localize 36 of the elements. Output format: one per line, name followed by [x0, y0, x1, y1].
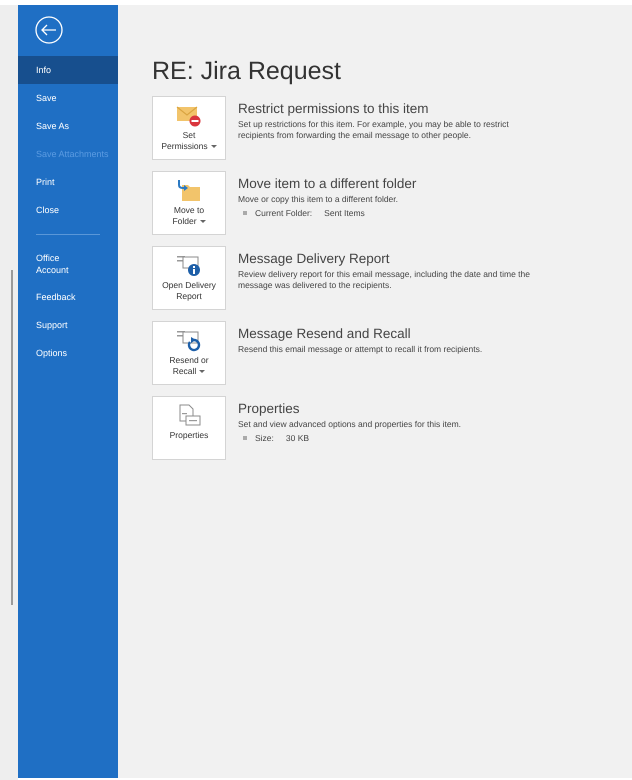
sidebar-item[interactable]: Office Account [18, 245, 118, 283]
detail-label: Size: [255, 433, 274, 443]
bullet-icon [243, 436, 247, 440]
sidebar-item[interactable]: Save [18, 84, 118, 112]
section-heading: Move item to a different folder [238, 176, 416, 191]
section-heading: Properties [238, 401, 301, 416]
action-button[interactable]: Move to Folder [152, 171, 226, 235]
sidebar-item[interactable]: Print [18, 168, 118, 196]
detail-value: Sent Items [324, 208, 365, 218]
sidebar-item[interactable]: Info [18, 56, 118, 84]
sidebar-item[interactable]: Feedback [18, 283, 118, 311]
sidebar-item[interactable]: Options [18, 339, 118, 367]
section-heading: Restrict permissions to this item [238, 101, 430, 116]
section-description: Set up restrictions for this item. For example, you may be able to restrict recipients from forwarding the email message to other people. [238, 119, 510, 141]
resend-icon [176, 329, 202, 353]
envelope-icon [176, 104, 202, 128]
section-description: Review delivery report for this email message, including the date and time the message was delivered to the recipients. [238, 269, 531, 291]
sidebar-item[interactable]: Close [18, 196, 118, 224]
back-button[interactable] [34, 15, 64, 45]
section-heading: Message Resend and Recall [238, 326, 412, 341]
page-title: RE: Jira Request [152, 57, 342, 86]
section-description: Set and view advanced options and properties for this item. [238, 419, 462, 430]
section-description: Move or copy this item to a different folder. [238, 194, 400, 205]
section-description: Resend this email message or attempt to recall it from recipients. [238, 344, 482, 355]
sidebar-item[interactable]: Support [18, 311, 118, 339]
sidebar-item[interactable]: Save As [18, 112, 118, 140]
action-button[interactable]: Open Delivery Report [152, 246, 226, 310]
report-info-icon [176, 254, 202, 278]
section-heading: Message Delivery Report [238, 251, 391, 266]
action-button[interactable]: Resend or Recall [152, 321, 226, 385]
action-button[interactable]: Set Permissions [152, 96, 226, 160]
action-button[interactable]: Properties [152, 396, 226, 460]
detail-value: 30 KB [286, 433, 310, 443]
bullet-icon [243, 211, 247, 215]
folder-arrow-icon [176, 179, 202, 203]
detail-label: Current Folder: [255, 208, 312, 218]
